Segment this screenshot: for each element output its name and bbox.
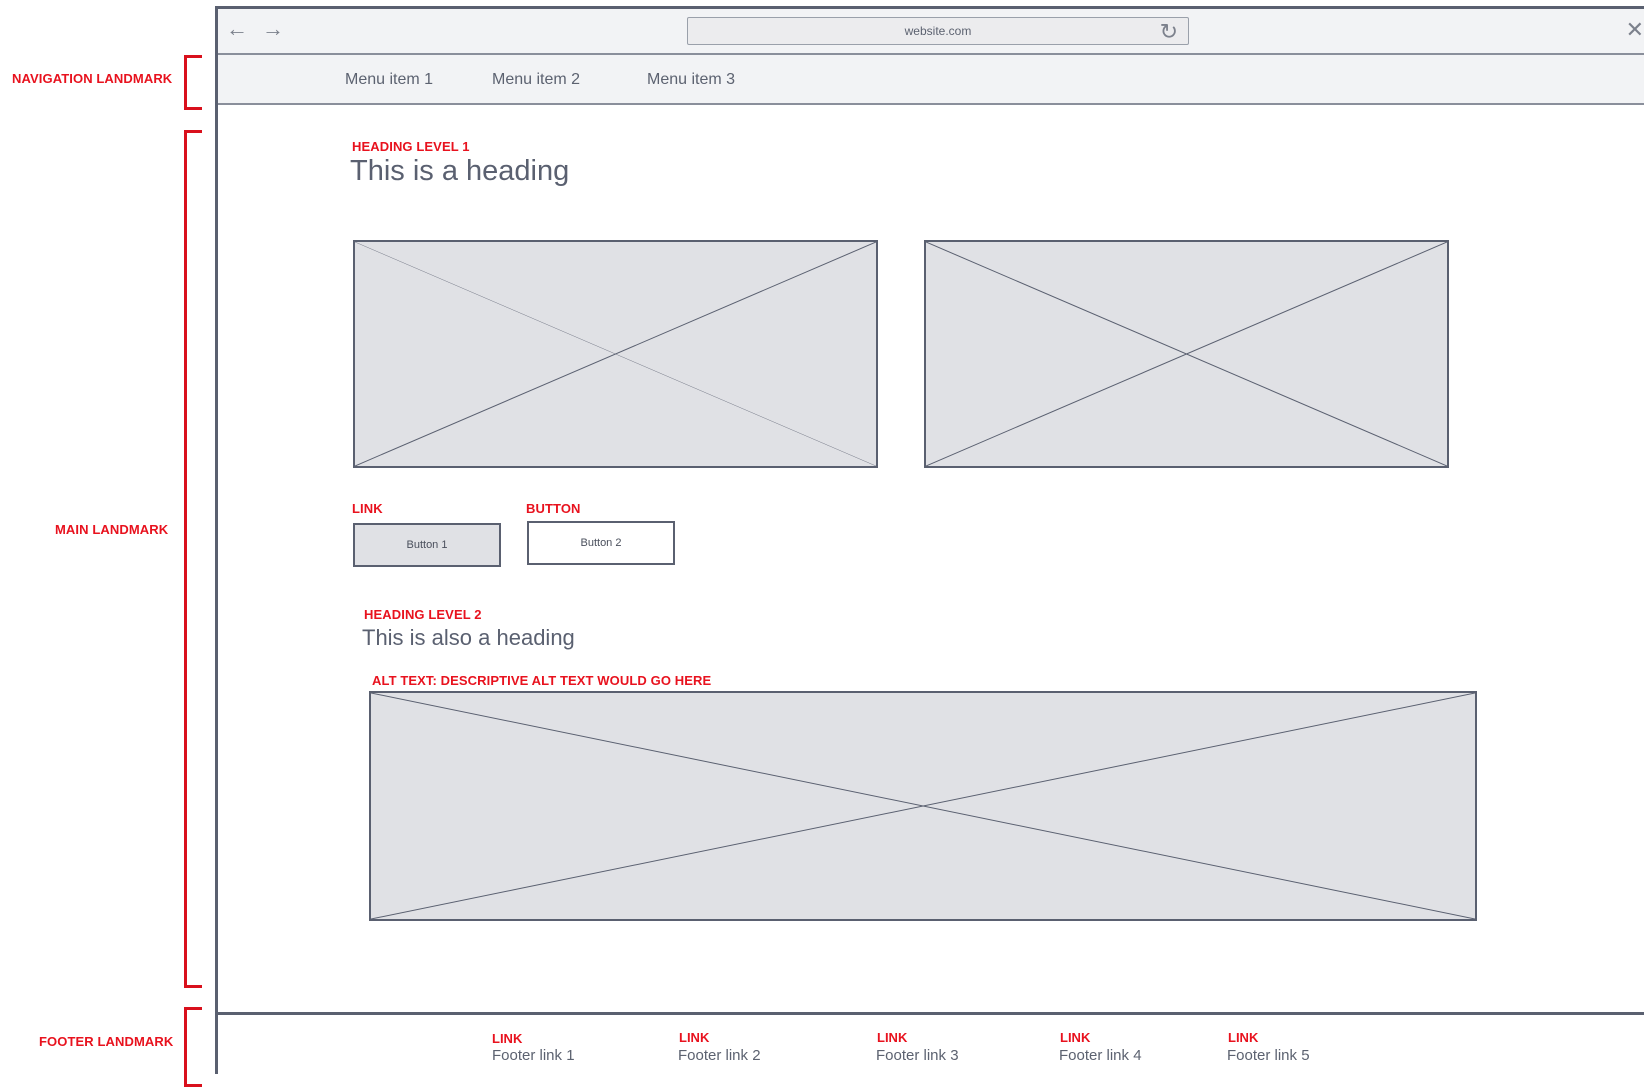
- footer-landmark-bracket: [184, 1007, 202, 1087]
- main-landmark-bracket: [184, 130, 202, 988]
- navigation-landmark-bracket: [184, 55, 202, 110]
- footer-link-1-label: LINK: [492, 1031, 523, 1046]
- footer-link-4[interactable]: Footer link 4: [1059, 1047, 1142, 1064]
- menu-item-3[interactable]: Menu item 3: [647, 71, 735, 89]
- main-region: HEADING LEVEL 1 This is a heading LINK B…: [218, 105, 1644, 1015]
- footer-link-4-label: LINK: [1060, 1030, 1091, 1045]
- footer-link-3-label: LINK: [877, 1030, 908, 1045]
- heading-level-1-label: HEADING LEVEL 1: [352, 139, 470, 154]
- footer-link-2-label: LINK: [679, 1030, 710, 1045]
- footer-link-1[interactable]: Footer link 1: [492, 1047, 575, 1064]
- alt-text-label: ALT TEXT: DESCRIPTIVE ALT TEXT WOULD GO …: [372, 673, 712, 688]
- menu-item-1[interactable]: Menu item 1: [345, 71, 433, 89]
- main-landmark-label: MAIN LANDMARK: [55, 522, 169, 537]
- navigation-landmark-label: NAVIGATION LANDMARK: [12, 71, 173, 86]
- address-bar[interactable]: website.com ↻: [687, 17, 1189, 45]
- footer-link-2[interactable]: Footer link 2: [678, 1047, 761, 1064]
- close-icon[interactable]: ✕: [1626, 17, 1644, 43]
- footer-link-3[interactable]: Footer link 3: [876, 1047, 959, 1064]
- footer-region: LINK Footer link 1 LINK Footer link 2 LI…: [218, 1015, 1644, 1085]
- image-placeholder-2: [924, 240, 1449, 468]
- heading-level-2-label: HEADING LEVEL 2: [364, 607, 482, 622]
- forward-arrow-icon[interactable]: →: [262, 17, 284, 41]
- image-placeholder-1: [353, 240, 878, 468]
- page-heading: This is a heading: [350, 155, 570, 187]
- menu-item-2[interactable]: Menu item 2: [492, 71, 580, 89]
- footer-link-5-label: LINK: [1228, 1030, 1259, 1045]
- section-heading: This is also a heading: [362, 625, 575, 650]
- button-1-link[interactable]: Button 1: [353, 523, 501, 567]
- reload-icon[interactable]: ↻: [1160, 19, 1178, 45]
- button-label: BUTTON: [526, 501, 581, 516]
- wide-image-placeholder: [369, 691, 1477, 921]
- footer-link-5[interactable]: Footer link 5: [1227, 1047, 1310, 1064]
- back-arrow-icon[interactable]: ←: [226, 17, 248, 41]
- navigation-bar: Menu item 1 Menu item 2 Menu item 3: [218, 55, 1644, 105]
- link-label: LINK: [352, 501, 383, 516]
- footer-landmark-label: FOOTER LANDMARK: [39, 1034, 174, 1049]
- browser-toolbar: ← → website.com ↻ ✕: [218, 9, 1644, 55]
- url-text: website.com: [904, 24, 972, 38]
- browser-window: ← → website.com ↻ ✕ Menu item 1 Menu ite…: [215, 6, 1644, 1085]
- button-2[interactable]: Button 2: [527, 521, 675, 565]
